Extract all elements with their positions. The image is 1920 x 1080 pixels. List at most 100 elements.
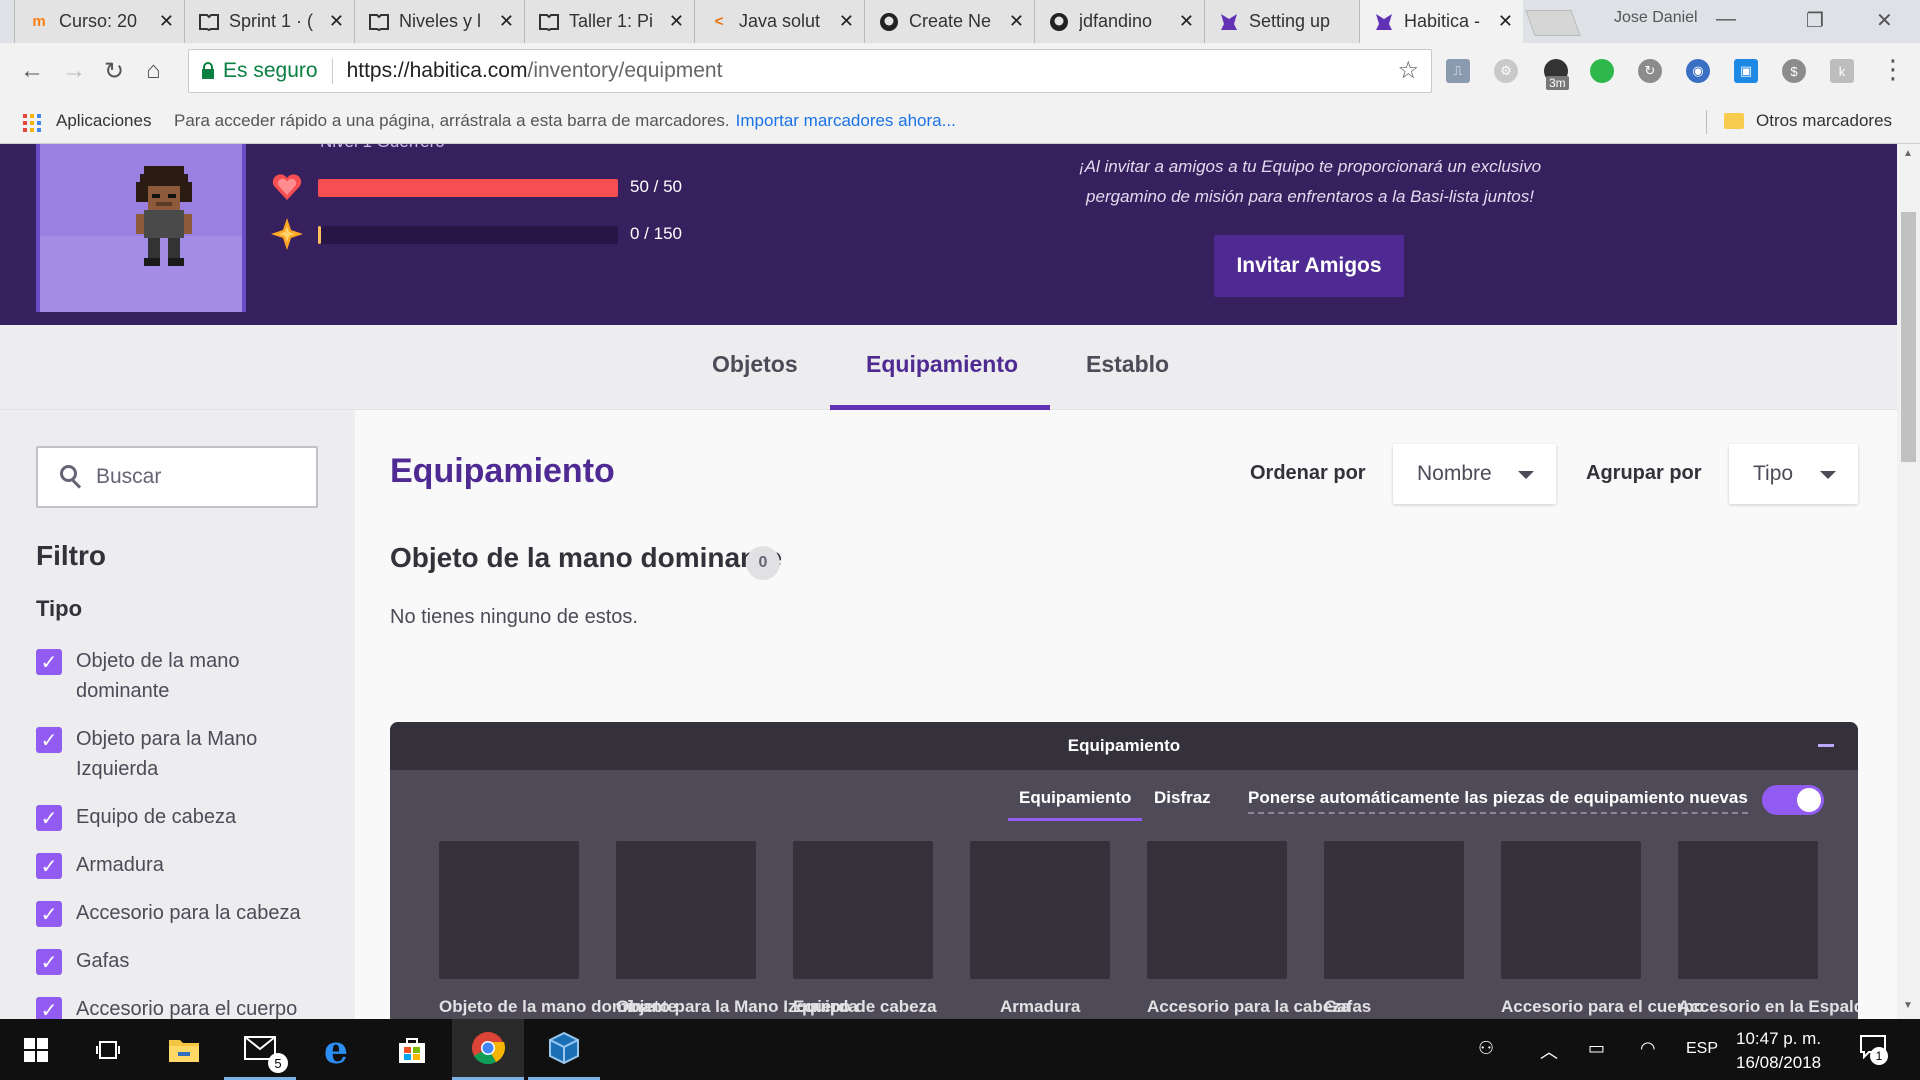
mail-icon[interactable]: 5 [224,1019,296,1080]
reload-icon[interactable]: ↻ [104,57,124,86]
import-bookmarks-link[interactable]: Importar marcadores ahora... [736,111,956,130]
close-window-icon[interactable]: ✕ [1876,8,1893,33]
checkmark-icon[interactable]: ✓ [36,805,62,831]
url-text[interactable]: https://habitica.com/inventory/equipment [347,59,723,83]
equipment-slot[interactable] [1324,841,1464,979]
chat-extension-icon[interactable] [1590,59,1614,83]
filter-checkbox[interactable]: ✓ Armadura [36,850,316,880]
close-tab-icon[interactable]: ✕ [839,11,854,32]
windows-start-icon[interactable] [0,1019,72,1080]
minimize-drawer-icon[interactable] [1818,744,1834,747]
browser-tab[interactable]: Setting up [1204,0,1359,43]
dollar-extension-icon[interactable]: $ [1782,59,1806,83]
minimize-icon[interactable]: — [1716,8,1736,31]
equipment-slot[interactable] [1501,841,1641,979]
extension-badge: 3m [1546,76,1569,90]
profile-name[interactable]: Jose Daniel [1614,9,1698,27]
tab-stable[interactable]: Establo [1086,351,1169,378]
group-dropdown[interactable]: Tipo [1729,444,1858,504]
people-icon[interactable]: ⚇ [1478,1038,1494,1059]
chrome-icon[interactable] [452,1019,524,1080]
screen-extension-icon[interactable]: ▣ [1734,59,1758,83]
apps-link[interactable]: Aplicaciones [56,111,151,131]
filter-checkbox[interactable]: ✓ Accesorio para el cuerpo [36,994,316,1019]
tab-equipment[interactable]: Equipamiento [866,351,1018,378]
forward-icon[interactable]: → [62,57,86,85]
page-scrollbar[interactable]: ▲ ▼ [1897,144,1920,1019]
tab-items[interactable]: Objetos [712,351,798,378]
browser-tab-active[interactable]: Habitica - ✕ [1359,0,1523,43]
address-bar[interactable]: Es seguro https://habitica.com/inventory… [188,49,1432,93]
filter-checkbox[interactable]: ✓ Accesorio para la cabeza [36,898,316,928]
browser-tab[interactable]: jdfandino ✕ [1034,0,1204,43]
checkmark-icon[interactable]: ✓ [36,949,62,975]
close-tab-icon[interactable]: ✕ [159,11,174,32]
equipment-slot[interactable] [793,841,933,979]
invite-friends-button[interactable]: Invitar Amigos [1214,235,1404,297]
drawer-header[interactable]: Equipamiento [390,722,1858,770]
auto-equip-toggle[interactable] [1762,785,1824,815]
equipment-slot[interactable] [616,841,756,979]
search-input[interactable]: Buscar [36,446,318,508]
equipment-slot[interactable] [970,841,1110,979]
language-indicator[interactable]: ESP [1686,1040,1718,1058]
sort-dropdown[interactable]: Nombre [1393,444,1556,504]
wifi-icon[interactable]: ◠ [1640,1038,1656,1059]
apps-grid-icon[interactable] [23,114,41,132]
new-tab-button[interactable] [1525,10,1581,36]
clock[interactable]: 10:47 p. m. 16/08/2018 [1736,1027,1821,1075]
home-icon[interactable]: ⌂ [146,57,161,85]
browser-tab[interactable]: Niveles y l ✕ [354,0,524,43]
browser-tab[interactable]: Taller 1: Pi ✕ [524,0,694,43]
filter-checkbox[interactable]: ✓ Gafas [36,946,316,976]
browser-tab[interactable]: m Curso: 20 ✕ [14,0,184,43]
browser-tab[interactable]: Sprint 1 · ( ✕ [184,0,354,43]
other-bookmarks[interactable]: Otros marcadores [1756,111,1892,131]
equipment-slot[interactable] [1678,841,1818,979]
checkmark-icon[interactable]: ✓ [36,649,62,675]
globe-extension-icon[interactable]: ◉ [1686,59,1710,83]
checkmark-icon[interactable]: ✓ [36,997,62,1019]
drawer-tab-costume[interactable]: Disfraz [1154,788,1211,808]
drawer-tab-equipment[interactable]: Equipamiento [1019,788,1131,808]
back-icon[interactable]: ← [20,57,44,85]
checkmark-icon[interactable]: ✓ [36,853,62,879]
close-tab-icon[interactable]: ✕ [1498,11,1513,32]
avatar[interactable] [36,144,246,312]
browser-menu-icon[interactable]: ⋮ [1880,54,1906,85]
checkmark-icon[interactable]: ✓ [36,901,62,927]
tab-title: Sprint 1 · ( [229,11,314,31]
close-tab-icon[interactable]: ✕ [329,11,344,32]
restore-icon[interactable]: ❐ [1806,8,1824,33]
store-icon[interactable] [376,1019,448,1080]
close-tab-icon[interactable]: ✕ [499,11,514,32]
checkmark-icon[interactable]: ✓ [36,727,62,753]
equipment-slot[interactable] [1147,841,1287,979]
scrollbar-thumb[interactable] [1901,212,1916,462]
extension-icon[interactable]: ⚙ [1494,59,1518,83]
scroll-down-icon[interactable]: ▼ [1903,1000,1913,1011]
task-view-icon[interactable] [72,1019,144,1080]
close-tab-icon[interactable]: ✕ [669,11,684,32]
edge-icon[interactable]: e [300,1019,372,1080]
file-explorer-icon[interactable] [148,1019,220,1080]
close-tab-icon[interactable]: ✕ [1179,11,1194,32]
extension-icon[interactable]: ↻ [1638,59,1662,83]
scroll-up-icon[interactable]: ▲ [1903,148,1913,159]
battery-icon[interactable]: ▭ [1588,1038,1605,1059]
notification-icon[interactable]: 1 [1860,1035,1888,1065]
bookmark-star-icon[interactable]: ☆ [1397,56,1419,85]
equipment-slot[interactable] [439,841,579,979]
experience-bar [318,226,618,244]
chevron-up-icon[interactable]: ︿ [1540,1038,1558,1064]
close-tab-icon[interactable]: ✕ [1009,11,1024,32]
browser-tab[interactable]: Create Ne ✕ [864,0,1034,43]
filter-checkbox[interactable]: ✓ Objeto para la Mano Izquierda [36,724,316,784]
filter-checkbox[interactable]: ✓ Equipo de cabeza [36,802,316,832]
extension-icon[interactable]: k [1830,59,1854,83]
filter-checkbox[interactable]: ✓ Objeto de la mano dominante [36,646,316,706]
browser-tab[interactable]: < Java solut ✕ [694,0,864,43]
extension-icon[interactable]: ⎍ [1446,59,1470,83]
filter-label: Objeto para la Mano Izquierda [76,728,258,780]
virtualbox-icon[interactable] [528,1019,600,1080]
